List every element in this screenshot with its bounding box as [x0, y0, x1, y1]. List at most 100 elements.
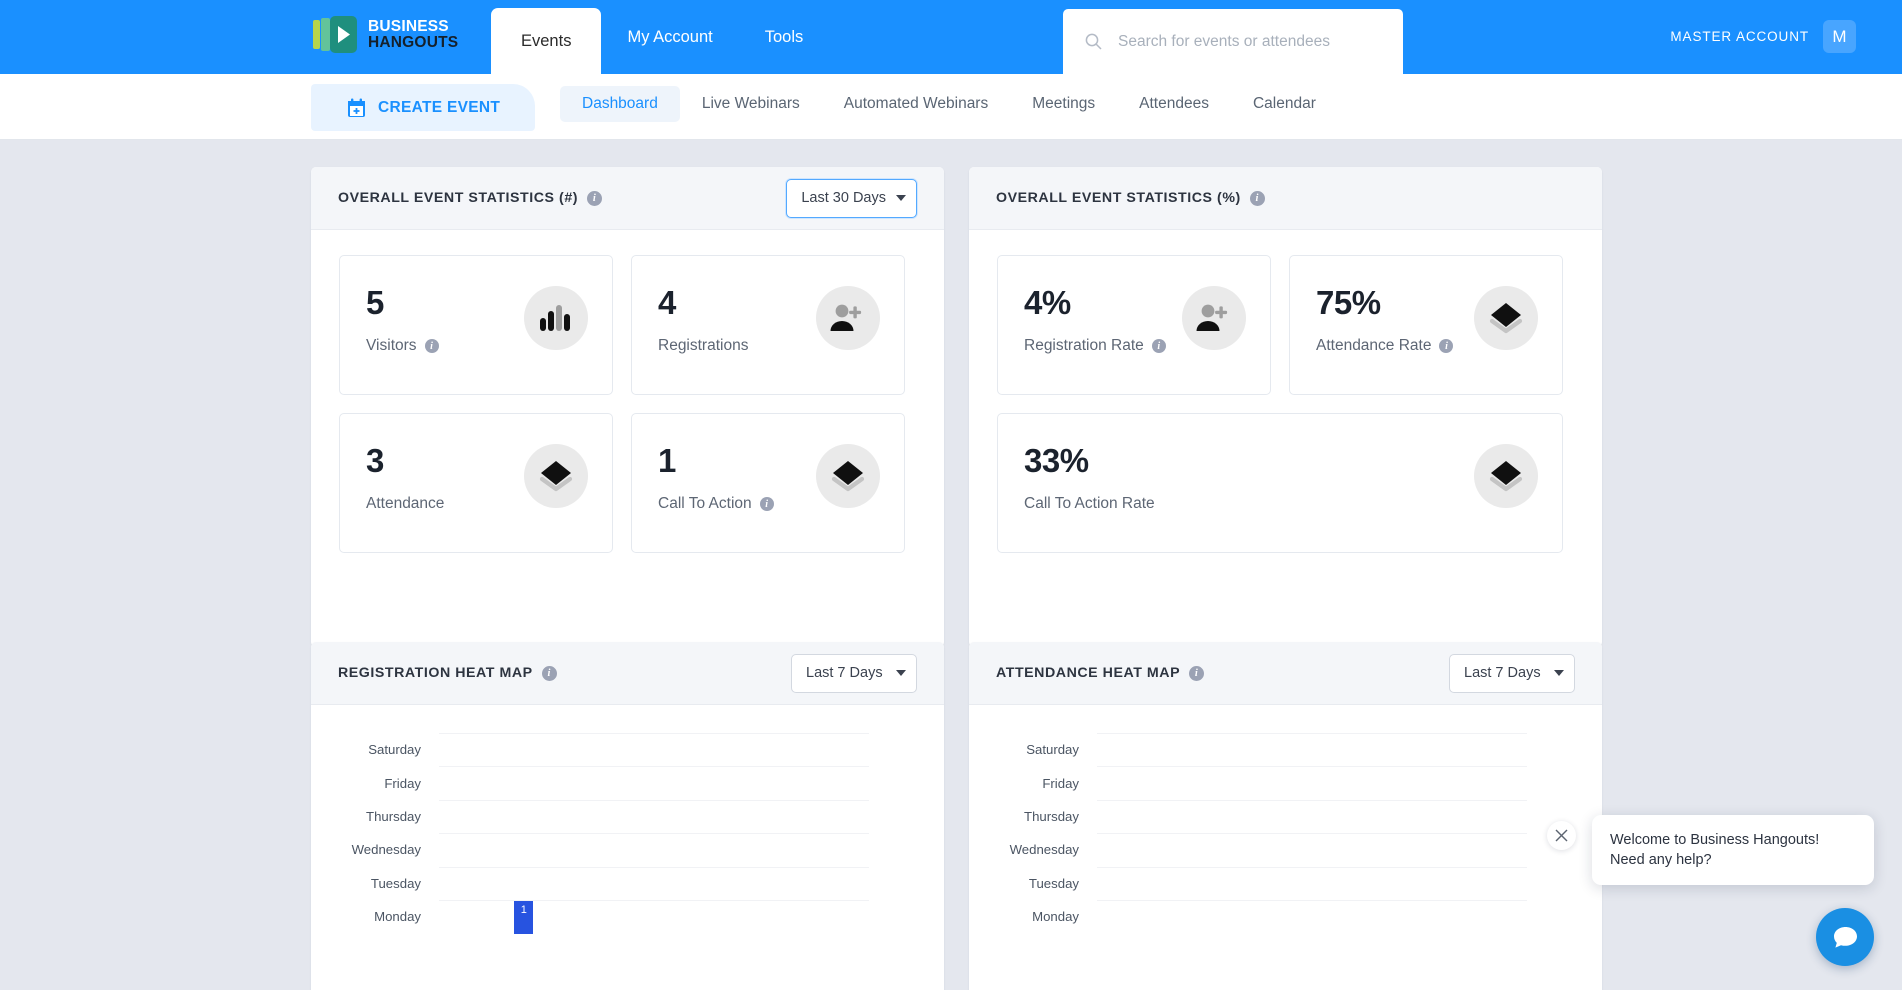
heatmap-row-label: Saturday	[1026, 742, 1079, 758]
info-icon[interactable]: i	[1249, 190, 1265, 206]
chat-launcher-button[interactable]	[1816, 908, 1874, 966]
panel-title-text: ATTENDANCE HEAT MAP	[996, 665, 1181, 681]
stat-card-attendance-rate[interactable]: 75% Attendance Rate i	[1289, 255, 1563, 395]
heatmap-row: Thursday	[969, 799, 1602, 833]
chat-close-button[interactable]	[1547, 821, 1576, 850]
chat-message-text: Welcome to Business Hangouts! Need any h…	[1610, 832, 1820, 868]
attendance-heatmap-range-value: Last 7 Days	[1464, 665, 1541, 681]
nav-item-my-account[interactable]: My Account	[601, 0, 738, 74]
tab-dashboard[interactable]: Dashboard	[560, 86, 680, 122]
info-icon[interactable]: i	[1189, 665, 1205, 681]
panel-attendance-heat-map: ATTENDANCE HEAT MAP i Last 7 Days Saturd…	[969, 642, 1602, 990]
panel-title: OVERALL EVENT STATISTICS (#) i	[338, 190, 603, 206]
heatmap-row: Thursday	[311, 799, 944, 833]
panel-header: REGISTRATION HEAT MAP i Last 7 Days	[311, 642, 944, 705]
panel-header: OVERALL EVENT STATISTICS (%) i	[969, 167, 1602, 230]
main-nav: Events My Account Tools	[491, 0, 829, 74]
bar-chart-icon	[524, 286, 588, 350]
person-add-icon	[1182, 286, 1246, 350]
search-icon	[1085, 33, 1102, 50]
stat-card-visitors[interactable]: 5 Visitors i	[339, 255, 613, 395]
stat-label-text: Visitors	[366, 337, 417, 354]
create-event-button[interactable]: CREATE EVENT	[311, 84, 535, 131]
stat-label-text: Attendance Rate	[1316, 337, 1432, 354]
stat-card-registrations[interactable]: 4 Registrations	[631, 255, 905, 395]
heatmap-row-label: Thursday	[366, 808, 421, 824]
info-icon[interactable]: i	[587, 190, 603, 206]
heatmap-row: Monday 1	[311, 899, 944, 934]
stat-card-grid: 5 Visitors i 4 Registrations 3 Attendanc…	[311, 230, 944, 583]
heatmap-row-track: 1	[439, 899, 869, 934]
heatmap-row-track	[1097, 766, 1527, 799]
heatmap-row-label: Saturday	[368, 742, 421, 758]
heatmap-row-track	[1097, 866, 1527, 900]
stat-card-attendance[interactable]: 3 Attendance	[339, 413, 613, 553]
registration-heatmap-range-value: Last 7 Days	[806, 665, 883, 681]
heatmap-row-track	[1097, 733, 1527, 766]
stat-card-call-to-action-rate[interactable]: 33% Call To Action Rate	[997, 413, 1563, 553]
heatmap-row-track	[1097, 833, 1527, 866]
stat-value: 33%	[1024, 442, 1089, 479]
info-icon[interactable]: i	[1439, 339, 1454, 353]
info-icon[interactable]: i	[541, 665, 557, 681]
chevron-down-icon	[1554, 670, 1564, 676]
top-header: BUSINESS HANGOUTS Events My Account Tool…	[0, 0, 1902, 74]
sub-nav: CREATE EVENT Dashboard Live Webinars Aut…	[0, 74, 1902, 140]
stats-count-range-value: Last 30 Days	[801, 190, 886, 206]
info-icon[interactable]: i	[759, 497, 774, 511]
chevron-down-icon	[896, 670, 906, 676]
calendar-plus-icon	[347, 98, 366, 118]
business-hangouts-logo-icon	[313, 16, 357, 53]
search-input[interactable]	[1118, 32, 1388, 51]
heatmap-row-label: Thursday	[1024, 808, 1079, 824]
heatmap-row-label: Monday	[1032, 909, 1079, 925]
stat-label: Call To Action Rate	[1024, 495, 1536, 513]
info-icon[interactable]: i	[1151, 339, 1166, 353]
heatmap-row-label: Friday	[1042, 775, 1079, 791]
stat-card-registration-rate[interactable]: 4% Registration Rate i	[997, 255, 1271, 395]
stat-label-text: Call To Action Rate	[1024, 495, 1155, 512]
avatar[interactable]: M	[1823, 20, 1856, 53]
registration-heatmap-chart: Saturday Friday Thursday Wednesday Tuesd…	[311, 705, 944, 990]
search-bar[interactable]	[1063, 9, 1403, 74]
account-name-label: MASTER ACCOUNT	[1670, 29, 1809, 44]
stat-label-text: Registrations	[658, 337, 749, 354]
panel-title-text: OVERALL EVENT STATISTICS (%)	[996, 190, 1241, 206]
heatmap-row-label: Friday	[384, 775, 421, 791]
nav-item-tools[interactable]: Tools	[739, 0, 830, 74]
account-menu[interactable]: MASTER ACCOUNT M	[1670, 20, 1856, 53]
info-icon[interactable]: i	[424, 339, 439, 353]
tab-automated-webinars[interactable]: Automated Webinars	[822, 86, 1010, 122]
heatmap-row: Saturday	[969, 733, 1602, 766]
layers-icon	[816, 444, 880, 508]
tab-live-webinars[interactable]: Live Webinars	[680, 86, 822, 122]
stat-label-text: Registration Rate	[1024, 337, 1144, 354]
stat-card-call-to-action[interactable]: 1 Call To Action i	[631, 413, 905, 553]
panel-title: REGISTRATION HEAT MAP i	[338, 665, 557, 681]
tab-attendees[interactable]: Attendees	[1117, 86, 1231, 122]
heatmap-row-label: Wednesday	[351, 842, 421, 858]
heatmap-row-label: Tuesday	[1028, 875, 1079, 891]
layers-icon	[1474, 444, 1538, 508]
registration-heatmap-range-dropdown[interactable]: Last 7 Days	[791, 653, 917, 693]
heatmap-row: Monday	[969, 899, 1602, 933]
panel-header: ATTENDANCE HEAT MAP i Last 7 Days	[969, 642, 1602, 705]
heatmap-row: Wednesday	[969, 833, 1602, 866]
stats-count-range-dropdown[interactable]: Last 30 Days	[786, 178, 917, 218]
heatmap-row-label: Wednesday	[1009, 842, 1079, 858]
tab-meetings[interactable]: Meetings	[1010, 86, 1117, 122]
heatmap-row-track	[439, 833, 869, 866]
heatmap-row-track	[439, 733, 869, 766]
panel-header: OVERALL EVENT STATISTICS (#) i Last 30 D…	[311, 167, 944, 230]
heatmap-cell[interactable]: 1	[514, 900, 534, 934]
heatmap-row: Tuesday	[969, 866, 1602, 900]
nav-item-events[interactable]: Events	[491, 8, 602, 74]
layers-icon	[524, 444, 588, 508]
panel-overall-event-statistics-percent: OVERALL EVENT STATISTICS (%) i 4% Regist…	[969, 167, 1602, 647]
attendance-heatmap-range-dropdown[interactable]: Last 7 Days	[1449, 653, 1575, 693]
heatmap-row: Tuesday	[311, 866, 944, 900]
tab-calendar[interactable]: Calendar	[1231, 86, 1338, 122]
panel-title-text: REGISTRATION HEAT MAP	[338, 665, 533, 681]
brand-logo-group[interactable]: BUSINESS HANGOUTS	[313, 16, 458, 53]
heatmap-row-track	[1097, 899, 1527, 933]
